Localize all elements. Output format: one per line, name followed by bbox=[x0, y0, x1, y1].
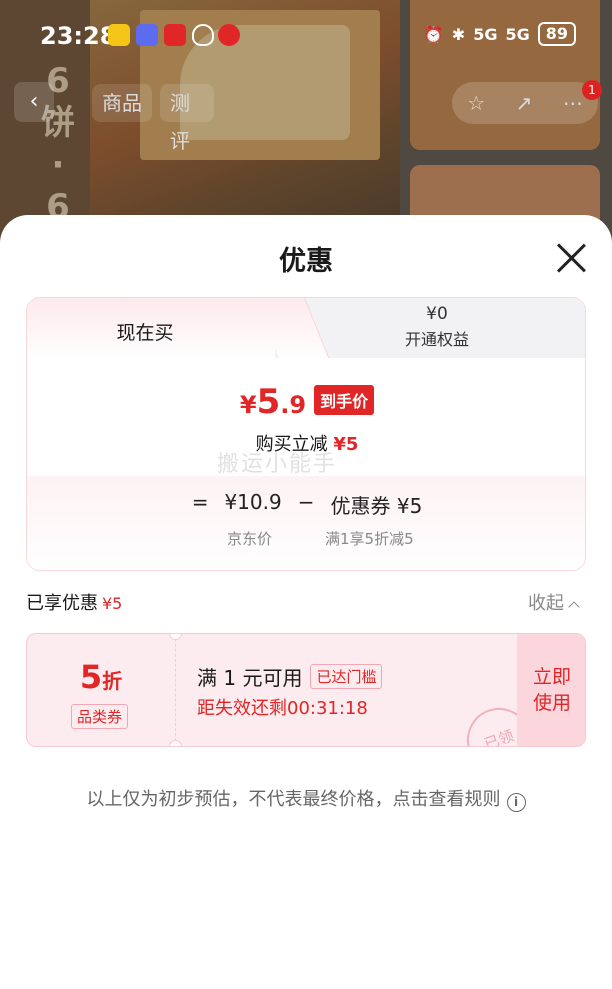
tab-product[interactable]: 商品 bbox=[92, 84, 152, 122]
final-price-decimal: .9 bbox=[280, 391, 307, 419]
discount-sheet: 优惠 现在买 ¥0 开通权益 ¥ 5 .9 到手价 购买立减 ¥5 搬运小能手 bbox=[0, 215, 612, 989]
formula-jd-price: ¥10.9 bbox=[224, 490, 282, 514]
music-app-icon bbox=[218, 24, 240, 46]
price-card: 现在买 ¥0 开通权益 ¥ 5 .9 到手价 购买立减 ¥5 搬运小能手 = ¥… bbox=[26, 297, 586, 571]
membership-label: 开通权益 bbox=[404, 330, 469, 349]
back-icon[interactable]: ‹ bbox=[14, 82, 54, 122]
watermark: 搬运小能手 bbox=[217, 452, 338, 477]
coupon-rule-label: 满1享5折减5 bbox=[325, 530, 414, 548]
price-body: ¥ 5 .9 到手价 购买立减 ¥5 搬运小能手 = ¥10.9 − 优惠券 ¥… bbox=[27, 358, 585, 570]
coupon-card[interactable]: 5折 品类券 满 1 元可用 已达门槛 距失效还剩00:31:18 已领 立即使… bbox=[26, 633, 586, 747]
top-action-group: ☆ ↗ ⋯ bbox=[452, 82, 598, 124]
formula-equals: = bbox=[191, 490, 209, 514]
collapse-label: 收起 bbox=[528, 593, 564, 614]
share-icon[interactable]: ↗ bbox=[516, 91, 533, 115]
enjoyed-amount: ¥5 bbox=[102, 594, 123, 613]
price-formula: = ¥10.9 − 优惠券 ¥5 京东价 满1享5折减5 bbox=[27, 476, 585, 570]
close-icon[interactable] bbox=[552, 239, 590, 277]
enjoyed-label: 已享优惠 bbox=[26, 593, 98, 614]
threshold-reached-badge: 已达门槛 bbox=[310, 664, 383, 689]
sheet-title: 优惠 bbox=[279, 246, 333, 277]
coupon-condition-text: 满 1 元可用 bbox=[197, 666, 303, 690]
use-now-button[interactable]: 立即使用 bbox=[517, 634, 585, 746]
final-price-integer: 5 bbox=[256, 382, 281, 422]
collapse-button[interactable]: 收起 bbox=[528, 589, 580, 615]
enjoyed-discount: 已享优惠 ¥5 bbox=[26, 589, 122, 615]
formula-coupon: 优惠券 ¥5 bbox=[330, 494, 423, 518]
tab-membership[interactable]: ¥0 开通权益 bbox=[327, 304, 547, 350]
final-price-tag: 到手价 bbox=[314, 385, 375, 415]
app-notification-icon bbox=[164, 24, 186, 46]
more-icon[interactable]: ⋯ bbox=[563, 91, 583, 115]
jd-price-label: 京东价 bbox=[227, 530, 273, 548]
coupon-discount-unit: 折 bbox=[102, 669, 123, 693]
signal-icon: 5G bbox=[473, 24, 498, 44]
favorite-star-icon[interactable]: ☆ bbox=[467, 91, 485, 115]
footnote-text: 以上仅为初步预估，不代表最终价格，点击查看规则 bbox=[86, 789, 501, 810]
coupon-type-badge: 品类券 bbox=[71, 704, 129, 729]
coupon-discount: 5折 bbox=[27, 658, 175, 696]
coupon-countdown: 距失效还剩00:31:18 bbox=[197, 698, 368, 719]
status-bar: 23:28 ⏰ ✱ 5G 5G 89 bbox=[0, 0, 612, 70]
battery-indicator: 89 bbox=[537, 22, 576, 46]
qq-icon bbox=[192, 24, 214, 46]
membership-value: ¥0 bbox=[426, 304, 448, 324]
status-time: 23:28 bbox=[40, 22, 117, 50]
coupon-left: 5折 品类券 bbox=[27, 634, 175, 746]
coupon-divider bbox=[175, 634, 176, 746]
alarm-icon: ⏰ bbox=[423, 24, 444, 44]
signal-icon-2: 5G bbox=[505, 24, 530, 44]
price-tabs: 现在买 ¥0 开通权益 bbox=[27, 298, 585, 360]
final-price-currency: ¥ bbox=[239, 391, 257, 419]
formula-row: = ¥10.9 − 优惠券 ¥5 bbox=[27, 490, 585, 519]
coupon-notch bbox=[169, 740, 182, 746]
status-right-group: ⏰ ✱ 5G 5G 89 bbox=[424, 22, 576, 46]
rules-footnote[interactable]: 以上仅为初步预估，不代表最终价格，点击查看规则 i bbox=[0, 785, 612, 812]
final-price: ¥ 5 .9 到手价 bbox=[27, 382, 585, 422]
app-notification-icon bbox=[108, 24, 130, 46]
app-notification-icon bbox=[136, 24, 158, 46]
info-icon[interactable]: i bbox=[506, 793, 526, 812]
instant-cut-amount: ¥5 bbox=[333, 434, 359, 455]
chevron-up-icon bbox=[568, 601, 580, 613]
product-tabbar: ‹ 商品 测评 bbox=[14, 82, 214, 153]
coupon-condition: 满 1 元可用 已达门槛 bbox=[197, 662, 383, 691]
formula-minus: − bbox=[297, 490, 315, 514]
tab-review[interactable]: 测评 bbox=[160, 84, 214, 153]
cart-badge: 1 bbox=[582, 80, 602, 100]
bluetooth-icon: ✱ bbox=[451, 24, 466, 44]
coupon-discount-number: 5 bbox=[79, 658, 103, 696]
tab-buy-now-label[interactable]: 现在买 bbox=[27, 318, 263, 345]
